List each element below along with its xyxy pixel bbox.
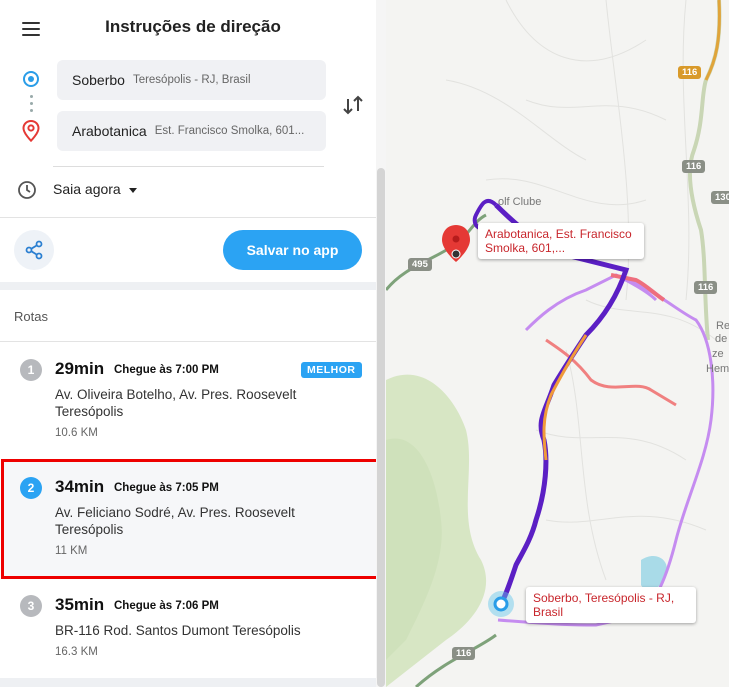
road-shield: 116: [452, 647, 476, 660]
route-number: 1: [20, 359, 42, 381]
share-icon: [25, 240, 43, 260]
origin-field[interactable]: Soberbo Teresópolis - RJ, Brasil: [57, 60, 326, 100]
page-title: Instruções de direção: [105, 17, 281, 36]
origin-callout[interactable]: Soberbo, Teresópolis - RJ, Brasil: [526, 587, 696, 623]
map[interactable]: 116 116 116 116 495 130 olf Clube Re de …: [386, 0, 729, 687]
departure-dropdown[interactable]: Saia agora: [53, 181, 137, 197]
road-shield: 130: [711, 191, 729, 204]
section-gap: [0, 282, 376, 290]
route-distance: 10.6 KM: [55, 427, 98, 439]
road-shield: 116: [694, 281, 718, 294]
connector-dots: [30, 95, 33, 116]
swap-icon[interactable]: [342, 93, 364, 122]
section-gap: [0, 678, 376, 687]
map-label: de: [715, 333, 728, 345]
best-badge: MELHOR: [301, 362, 362, 378]
destination-sub: Est. Francisco Smolka, 601...: [154, 125, 305, 137]
route-description: BR-116 Rod. Santos Dumont Teresópolis: [55, 623, 301, 638]
map-label: olf Clube: [498, 196, 542, 208]
share-button[interactable]: [14, 230, 54, 270]
scrollbar[interactable]: [376, 0, 386, 687]
route-distance: 11 KM: [55, 545, 88, 557]
route-option-1[interactable]: 1 29min Chegue às 7:00 PM MELHOR Av. Oli…: [0, 341, 376, 451]
scrollbar-thumb[interactable]: [377, 168, 385, 687]
route-description: Av. Oliveira Botelho, Av. Pres. Roosevel…: [55, 387, 297, 419]
route-arrival: Chegue às 7:00 PM: [114, 364, 219, 376]
divider: [53, 166, 324, 167]
destination-callout[interactable]: Arabotanica, Est. Francisco Smolka, 601,…: [478, 223, 644, 259]
route-arrival: Chegue às 7:06 PM: [114, 600, 219, 612]
divider: [0, 217, 376, 218]
save-in-app-button[interactable]: Salvar no app: [223, 230, 362, 270]
road-shield: 116: [678, 66, 702, 79]
road-shield: 116: [682, 160, 706, 173]
route-number: 3: [20, 595, 42, 617]
origin-main: Soberbo: [72, 72, 125, 88]
clock-icon: [17, 180, 37, 205]
route-number: 2: [20, 477, 42, 499]
routes-heading: Rotas: [14, 309, 48, 324]
route-description: Av. Feliciano Sodré, Av. Pres. Roosevelt…: [55, 505, 295, 537]
route-option-2[interactable]: 2 34min Chegue às 7:05 PM Av. Feliciano …: [0, 462, 376, 577]
map-label: Hem: [706, 363, 729, 375]
chevron-down-icon: [128, 187, 137, 193]
route-duration: 34min: [55, 477, 105, 496]
map-label: Re: [716, 320, 729, 332]
destination-main: Arabotanica: [72, 123, 147, 139]
map-canvas: [386, 0, 722, 687]
destination-field[interactable]: Arabotanica Est. Francisco Smolka, 601..…: [57, 111, 326, 151]
route-distance: 16.3 KM: [55, 646, 98, 658]
departure-label: Saia agora: [53, 181, 121, 197]
road-shield: 495: [408, 258, 432, 271]
route-option-3[interactable]: 3 35min Chegue às 7:06 PM BR-116 Rod. Sa…: [0, 580, 376, 680]
map-label: ze: [712, 348, 724, 360]
origin-icon: [23, 71, 39, 87]
directions-panel: Instruções de direção Soberbo Teresópoli…: [0, 0, 386, 687]
route-arrival: Chegue às 7:05 PM: [114, 482, 219, 494]
route-duration: 35min: [55, 595, 105, 614]
header: Instruções de direção: [0, 0, 376, 54]
route-duration: 29min: [55, 359, 105, 378]
destination-pin-icon: [22, 119, 40, 147]
origin-sub: Teresópolis - RJ, Brasil: [132, 74, 251, 86]
